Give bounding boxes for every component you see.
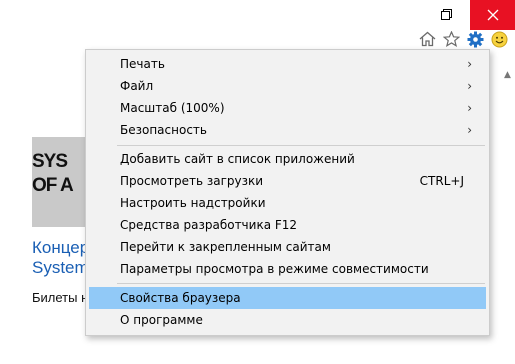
menu-item-label: Параметры просмотра в режиме совместимос… [120, 262, 429, 276]
menu-item-label: Масштаб (100%) [120, 101, 225, 115]
submenu-arrow-icon: › [467, 79, 472, 93]
gear-icon[interactable] [465, 29, 485, 49]
menu-item-label: Файл [120, 79, 154, 93]
menu-item-label: Средства разработчика F12 [120, 218, 298, 232]
menu-item-pinned-sites[interactable]: Перейти к закрепленным сайтам [89, 236, 486, 258]
restore-window-button[interactable] [424, 0, 470, 30]
menu-item-label: Просмотреть загрузки [120, 174, 264, 188]
feedback-smiley-icon[interactable] [489, 29, 509, 49]
tools-menu: Печать › Файл › Масштаб (100%) › Безопас… [85, 49, 490, 336]
menu-item-label: Перейти к закрепленным сайтам [120, 240, 331, 254]
thumbnail-text: SYS OF A [32, 150, 92, 198]
menu-item-internet-options[interactable]: Свойства браузера [89, 287, 486, 309]
submenu-arrow-icon: › [467, 101, 472, 115]
close-window-button[interactable] [470, 0, 515, 30]
restore-icon [441, 9, 452, 20]
menu-item-label: Свойства браузера [120, 291, 241, 305]
menu-item-shortcut: CTRL+J [419, 174, 464, 188]
menu-item-label: Безопасность [120, 123, 207, 137]
menu-item-add-site-to-apps[interactable]: Добавить сайт в список приложений [89, 148, 486, 170]
menu-item-label: О программе [120, 313, 203, 327]
menu-separator [117, 145, 485, 146]
menu-item-compatibility-view[interactable]: Параметры просмотра в режиме совместимос… [89, 258, 486, 280]
scroll-up-arrow-icon[interactable]: ▲ [504, 70, 511, 80]
menu-item-label: Добавить сайт в список приложений [120, 152, 355, 166]
favorites-star-icon[interactable] [441, 29, 461, 49]
menu-item-zoom[interactable]: Масштаб (100%) › [89, 97, 486, 119]
submenu-arrow-icon: › [467, 123, 472, 137]
menu-item-manage-addons[interactable]: Настроить надстройки [89, 192, 486, 214]
thumbnail-line: SYS [32, 151, 68, 172]
menu-item-view-downloads[interactable]: Просмотреть загрузки CTRL+J [89, 170, 486, 192]
home-icon[interactable] [417, 29, 437, 49]
close-icon [487, 9, 498, 21]
menu-item-security[interactable]: Безопасность › [89, 119, 486, 141]
menu-item-developer-tools[interactable]: Средства разработчика F12 [89, 214, 486, 236]
submenu-arrow-icon: › [467, 57, 472, 71]
menu-item-file[interactable]: Файл › [89, 75, 486, 97]
menu-item-label: Печать [120, 57, 165, 71]
menu-separator [117, 283, 485, 284]
menu-item-print[interactable]: Печать › [89, 53, 486, 75]
menu-item-about[interactable]: О программе [89, 309, 486, 331]
menu-item-label: Настроить надстройки [120, 196, 266, 210]
thumbnail-line: OF A [32, 175, 74, 196]
